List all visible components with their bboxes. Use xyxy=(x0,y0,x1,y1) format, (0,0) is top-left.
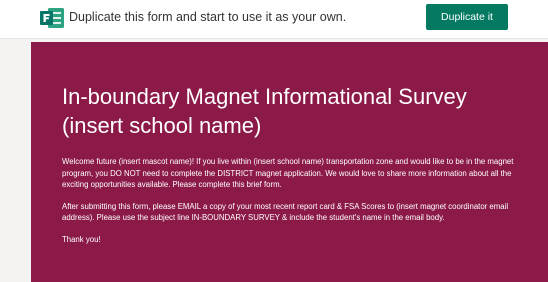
description-paragraph: After submitting this form, please EMAIL… xyxy=(62,201,509,223)
duplicate-banner: Duplicate this form and start to use it … xyxy=(0,0,548,39)
description-paragraph: Welcome future (insert mascot name)! If … xyxy=(62,157,514,189)
form-description: Welcome future (insert mascot name)! If … xyxy=(62,156,532,255)
microsoft-forms-logo-icon xyxy=(39,6,65,30)
description-paragraph: Thank you! xyxy=(62,234,101,244)
duplicate-message: Duplicate this form and start to use it … xyxy=(69,10,347,24)
form-title: In-boundary Magnet Informational Survey … xyxy=(62,84,467,138)
duplicate-it-button[interactable]: Duplicate it xyxy=(426,4,508,30)
